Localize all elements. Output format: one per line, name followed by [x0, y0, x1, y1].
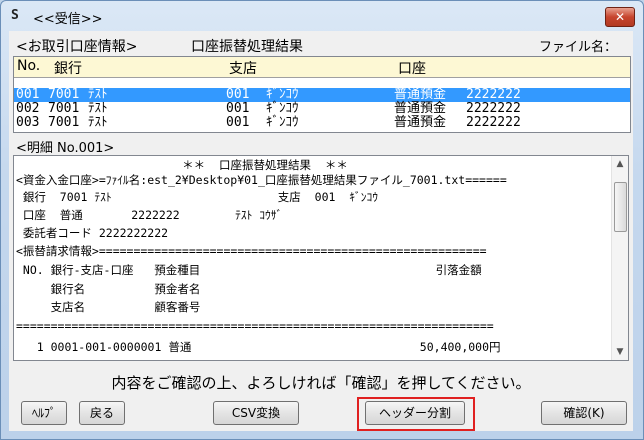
row-account-no: 2222222 [466, 87, 521, 102]
vertical-scrollbar[interactable]: ▲ ▼ [611, 156, 628, 360]
detail-line: 支店名 顧客番号 [16, 300, 201, 314]
row-account-type: 普通預金 [394, 115, 447, 130]
detail-line: 委託者コード 2222222222 [16, 226, 169, 240]
row-bank-name: ﾃｽﾄ [88, 115, 108, 130]
csv-convert-button[interactable]: CSV変換 [213, 401, 299, 425]
highlight-box [357, 397, 475, 431]
detail-line: <資金入金口座>=ﾌｧｲﾙ名:est_2¥Desktop¥01_口座振替処理結果… [16, 173, 507, 187]
scroll-thumb[interactable] [614, 182, 627, 232]
close-button[interactable]: ✕ [605, 7, 635, 27]
back-button[interactable]: 戻る [79, 401, 125, 425]
grid-row-003[interactable]: 003 7001 ﾃｽﾄ 001 ｷﾞﾝｺｳ 普通預金 2222222 [14, 116, 630, 130]
row-account-no: 2222222 [466, 101, 521, 116]
detail-line: 銀行 7001 ﾃｽﾄ 支店 001 ｷﾞﾝｺｳ [16, 190, 379, 204]
row-branch-code: 001 [226, 87, 250, 102]
row-branch-name: ｷﾞﾝｺｳ [266, 87, 299, 102]
row-no: 002 [16, 101, 40, 116]
row-bank-name: ﾃｽﾄ [88, 87, 108, 102]
detail-line: ========================================… [16, 319, 494, 333]
column-no[interactable]: No. [17, 58, 40, 74]
result-title: 口座振替処理結果 [191, 39, 303, 55]
row-bank-name: ﾃｽﾄ [88, 101, 108, 116]
account-grid[interactable]: No. 銀行 支店 口座 001 7001 ﾃｽﾄ 001 ｷﾞﾝｺｳ 普通預金… [13, 56, 631, 133]
scroll-down-arrow-icon[interactable]: ▼ [612, 344, 628, 360]
app-icon: S [11, 8, 19, 23]
file-name-label: ファイル名： [539, 40, 618, 55]
row-branch-name: ｷﾞﾝｺｳ [266, 115, 299, 130]
title-bar[interactable]: S <<受信>> ✕ [1, 1, 643, 31]
detail-label: <明細 No.001> [16, 141, 115, 156]
detail-line: ＊＊ 口座振替処理結果 ＊＊ [16, 158, 348, 172]
confirm-button[interactable]: 確認(K) [541, 401, 627, 425]
grid-header: No. 銀行 支店 口座 [14, 57, 630, 78]
detail-line: NO. 銀行-支店-口座 預金種目 引落金額 [16, 263, 482, 277]
row-bank-code: 7001 [48, 101, 80, 116]
grid-row-001[interactable]: 001 7001 ﾃｽﾄ 001 ｷﾞﾝｺｳ 普通預金 2222222 [14, 88, 630, 102]
detail-line: 銀行名 預金者名 [16, 282, 201, 296]
row-branch-code: 001 [226, 115, 250, 130]
row-bank-code: 7001 [48, 87, 80, 102]
row-no: 001 [16, 87, 40, 102]
row-branch-code: 001 [226, 101, 250, 116]
main-window: S <<受信>> ✕ <お取引口座情報> 口座振替処理結果 ファイル名： No.… [0, 0, 644, 440]
column-account[interactable]: 口座 [398, 58, 426, 78]
grid-row-002[interactable]: 002 7001 ﾃｽﾄ 001 ｷﾞﾝｺｳ 普通預金 2222222 [14, 102, 630, 116]
row-account-type: 普通預金 [394, 87, 447, 102]
row-no: 003 [16, 115, 40, 130]
column-bank[interactable]: 銀行 [54, 58, 82, 78]
account-info-label: <お取引口座情報> [16, 39, 138, 55]
scroll-up-arrow-icon[interactable]: ▲ [612, 156, 628, 172]
row-account-no: 2222222 [466, 115, 521, 130]
help-button[interactable]: ﾍﾙﾌﾟ [21, 401, 67, 425]
window-title: <<受信>> [33, 12, 103, 27]
row-account-type: 普通預金 [394, 101, 447, 116]
detail-textbox[interactable]: ＊＊ 口座振替処理結果 ＊＊ <資金入金口座>=ﾌｧｲﾙ名:est_2¥Desk… [13, 155, 629, 361]
confirm-message: 内容をご確認の上、よろしければ「確認」を押してください。 [111, 374, 531, 392]
detail-line: 口座 普通 2222222 ﾃｽﾄ ｺｳｻﾞ [16, 208, 283, 222]
client-area: <お取引口座情報> 口座振替処理結果 ファイル名： No. 銀行 支店 口座 0… [9, 31, 633, 431]
detail-line: 1 0001-001-0000001 普通 50,400,000円 [16, 340, 501, 354]
row-bank-code: 7001 [48, 115, 80, 130]
column-branch[interactable]: 支店 [229, 58, 257, 78]
row-branch-name: ｷﾞﾝｺｳ [266, 101, 299, 116]
detail-line: <振替請求情報>================================… [16, 244, 487, 258]
